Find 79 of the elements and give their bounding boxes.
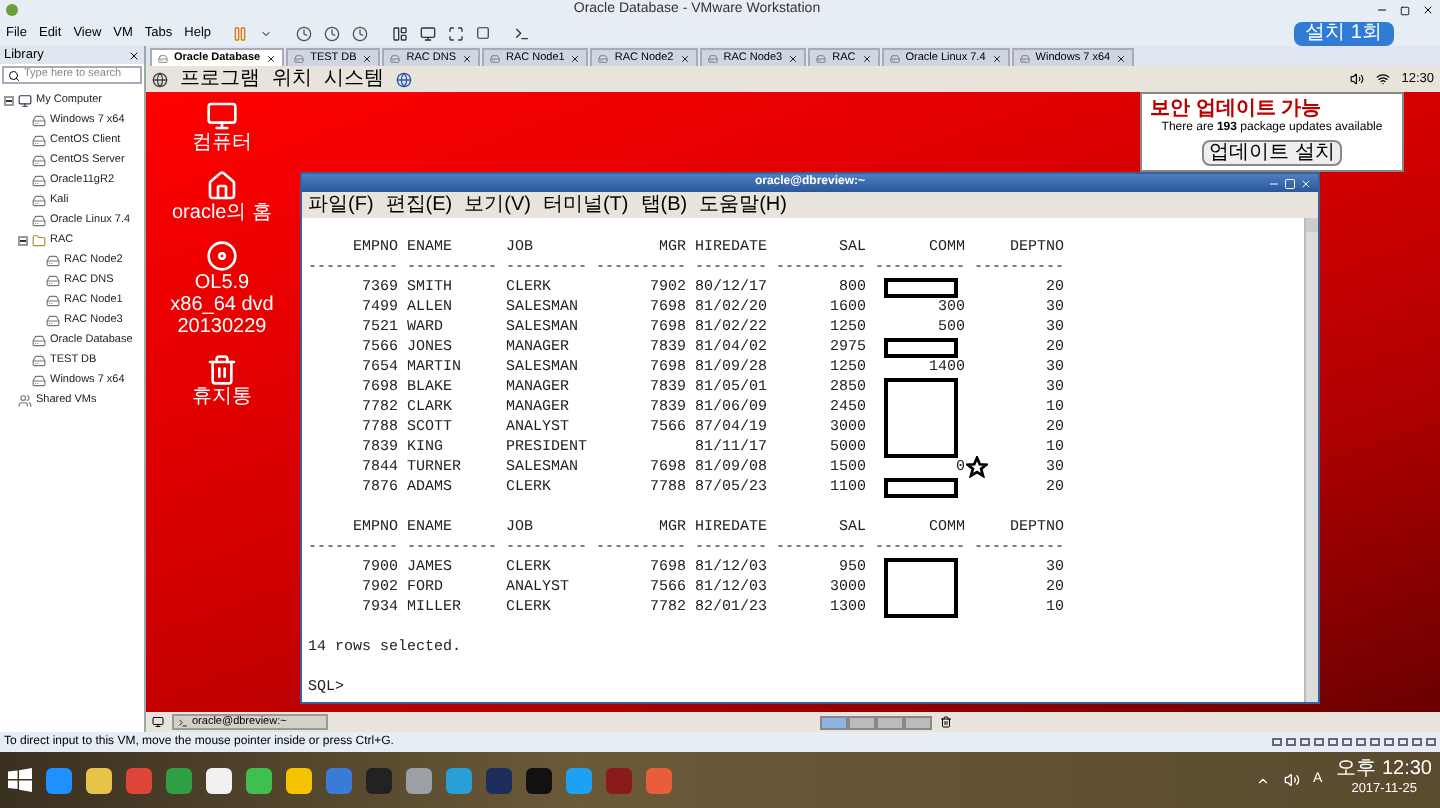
app-icon[interactable] [86, 767, 112, 793]
workspace-switch[interactable] [847, 715, 875, 729]
minimize-icon[interactable] [1268, 177, 1280, 189]
terminal-menu-item[interactable]: 파일(F) [308, 193, 374, 217]
tray-expand-icon[interactable] [1255, 773, 1270, 787]
vm-icon [390, 53, 401, 63]
workspace-switch[interactable] [875, 715, 903, 729]
panel-menu-item[interactable]: 시스템 [324, 67, 384, 91]
disc-icon[interactable] [206, 240, 238, 272]
terminal-menu-item[interactable]: 탭(B) [640, 193, 688, 217]
app-icon[interactable] [46, 767, 72, 793]
show-desktop-icon[interactable] [152, 716, 164, 728]
computer-icon [18, 93, 32, 107]
app-logo-icon [6, 4, 18, 16]
desktop-icon-label[interactable]: 휴지통 [192, 386, 252, 408]
start-icon[interactable] [8, 768, 32, 792]
close-icon[interactable] [1422, 4, 1434, 16]
vm-icon [46, 313, 60, 327]
trash-icon[interactable] [939, 716, 951, 728]
promo-button[interactable]: 설치 1회 [1293, 21, 1394, 45]
vm-icon [32, 173, 46, 187]
expand-toggle[interactable] [4, 95, 14, 105]
shared-icon [18, 393, 32, 407]
terminal-menu-item[interactable]: 터미널(T) [542, 193, 629, 217]
vm-icon [32, 193, 46, 207]
vm-icon [32, 373, 46, 387]
panel-menu-item[interactable]: 위치 [272, 67, 312, 91]
vm-icon [294, 53, 305, 63]
maximize-icon[interactable] [1400, 5, 1410, 15]
network-icon[interactable] [1375, 72, 1390, 86]
app-icon[interactable] [206, 767, 232, 793]
fullscreen-icon[interactable] [447, 25, 464, 41]
panel-menu-item[interactable]: 프로그램 [180, 67, 260, 91]
vm-icon [1019, 53, 1030, 63]
vm-icon [46, 293, 60, 307]
terminal-menu-item[interactable]: 편집(E) [385, 193, 453, 217]
vm-icon [490, 53, 501, 63]
vm-icon [46, 273, 60, 287]
vm-icon [32, 333, 46, 347]
console-view-icon[interactable] [419, 25, 436, 41]
folder-icon [32, 233, 46, 247]
vm-icon [46, 253, 60, 267]
vm-icon [598, 53, 609, 63]
volume-icon[interactable] [1349, 72, 1364, 86]
desktop-icon-label[interactable]: oracle의 홈 [171, 202, 272, 224]
desktop-icon-label[interactable]: 컴퓨터 [192, 132, 252, 154]
search-icon [8, 69, 20, 81]
library-view-icon[interactable] [391, 25, 408, 41]
vm-icon [816, 53, 827, 63]
scrollbar[interactable] [1304, 218, 1318, 702]
computer-icon[interactable] [206, 100, 238, 132]
pause-icon[interactable] [231, 25, 248, 41]
terminal-menu-item[interactable]: 도움말(H) [699, 193, 787, 217]
desktop-icon-label[interactable]: OL5.9 x86_64 dvd 20130229 [162, 272, 282, 338]
terminal-menu-item[interactable]: 보기(V) [464, 193, 531, 217]
notification-title: 보안 업데이트 가능 [1150, 98, 1322, 120]
close-icon[interactable] [128, 49, 140, 61]
vm-icon [32, 133, 46, 147]
volume-icon[interactable] [1283, 772, 1300, 788]
caret-icon[interactable] [259, 27, 272, 39]
home-folder-icon[interactable] [205, 170, 238, 202]
vm-icon [158, 53, 168, 63]
vm-icon [707, 53, 718, 63]
workspace-switch[interactable] [819, 715, 847, 729]
expand-toggle[interactable] [18, 235, 28, 245]
app-icon[interactable] [286, 767, 312, 793]
terminal-icon [178, 717, 188, 727]
browser-icon[interactable] [396, 71, 412, 87]
vm-icon [32, 153, 46, 167]
workspace-switch[interactable] [903, 715, 931, 729]
minimize-icon[interactable] [1376, 4, 1388, 16]
vm-icon [32, 213, 46, 227]
device-icons-drawing[interactable] [1272, 738, 1436, 746]
app-icon[interactable] [246, 767, 272, 793]
vm-icon [32, 113, 46, 127]
clock-time: 오후 12:30 [1336, 760, 1432, 780]
vm-icon [889, 53, 900, 63]
vm-icon [32, 353, 46, 367]
install-updates-button[interactable]: 업데이트 설치 [1201, 140, 1343, 166]
